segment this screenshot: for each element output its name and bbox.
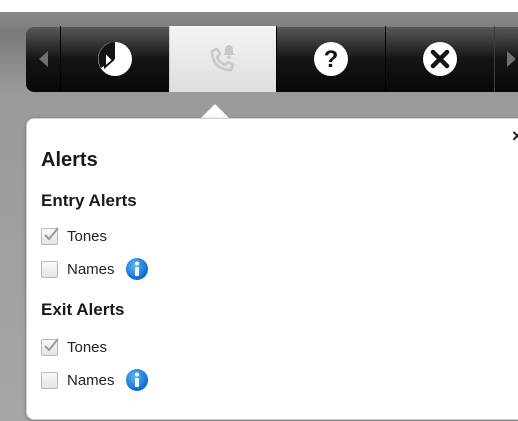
- exit-names-info-button[interactable]: [125, 369, 148, 391]
- phone-alert-icon: [210, 45, 235, 72]
- scroll-left-button[interactable]: [26, 26, 60, 92]
- close-app-button[interactable]: [385, 26, 495, 92]
- close-circle-icon: [423, 42, 457, 76]
- entry-tones-checkbox[interactable]: [41, 226, 59, 245]
- checkmark-icon: [44, 337, 59, 351]
- entry-names-checkbox[interactable]: [41, 260, 58, 278]
- exit-tones-label: Tones: [67, 338, 108, 356]
- panel-close-button[interactable]: ×: [512, 127, 518, 145]
- svg-text:?: ?: [324, 46, 339, 73]
- panel-title: Alerts: [41, 149, 98, 171]
- exit-tones-checkbox[interactable]: [41, 337, 59, 356]
- toolbar: ?: [26, 26, 518, 92]
- exit-names-checkbox[interactable]: [41, 371, 58, 389]
- pie-chart-icon: [98, 42, 132, 76]
- info-icon: [134, 372, 139, 387]
- entry-alerts-heading: Entry Alerts: [41, 191, 137, 210]
- arrow-left-icon: [38, 51, 48, 67]
- popover-pointer: [200, 104, 230, 119]
- scroll-right-button[interactable]: [494, 26, 518, 92]
- alerts-panel: × Alerts Entry Alerts Tones Names Exit A…: [26, 118, 518, 420]
- entry-tones-row[interactable]: Tones: [41, 225, 107, 247]
- exit-names-row[interactable]: Names: [41, 369, 148, 391]
- exit-names-label: Names: [67, 371, 115, 389]
- entry-names-row[interactable]: Names: [41, 258, 148, 280]
- arrow-right-icon: [506, 51, 516, 67]
- entry-names-info-button[interactable]: [125, 258, 148, 280]
- pie-chart-button[interactable]: [60, 26, 170, 92]
- checkmark-icon: [44, 226, 59, 240]
- help-button[interactable]: ?: [276, 26, 386, 92]
- entry-tones-label: Tones: [67, 227, 108, 245]
- exit-tones-row[interactable]: Tones: [41, 336, 107, 358]
- exit-alerts-heading: Exit Alerts: [41, 300, 125, 319]
- phone-alert-button[interactable]: [169, 26, 277, 92]
- help-icon: ?: [314, 42, 348, 76]
- entry-names-label: Names: [67, 260, 115, 278]
- info-icon: [134, 261, 139, 276]
